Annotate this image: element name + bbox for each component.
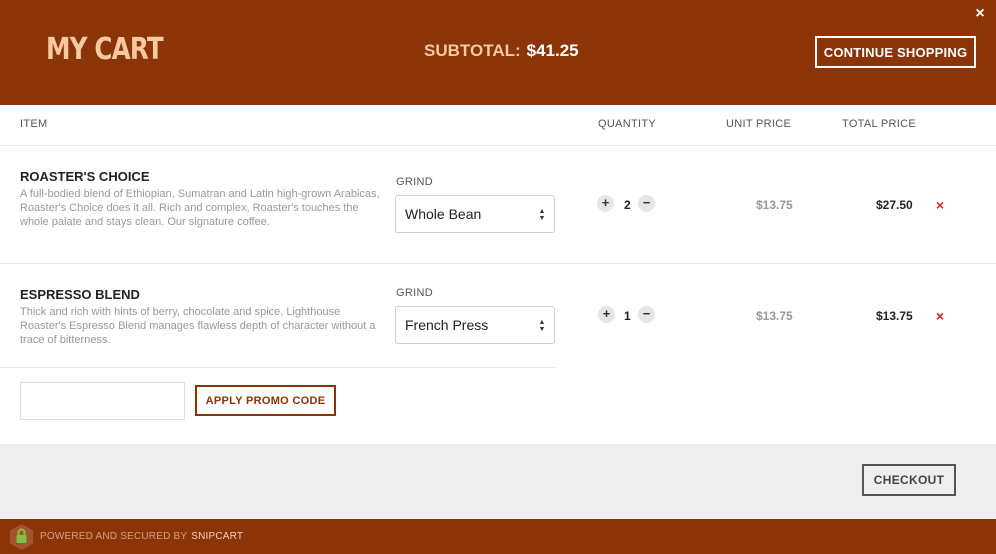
checkout-button[interactable]: CHECKOUT bbox=[862, 464, 956, 496]
quantity-value: 2 bbox=[624, 198, 631, 212]
lock-icon bbox=[10, 524, 33, 550]
item-name: ROASTER'S CHOICE bbox=[20, 169, 150, 184]
grind-select-value: French Press bbox=[405, 317, 489, 333]
increase-quantity-button[interactable]: + bbox=[598, 306, 615, 323]
powered-by: POWERED AND SECURED BY SNIPCART bbox=[40, 531, 243, 542]
column-header-quantity: QUANTITY bbox=[598, 118, 657, 130]
decrease-quantity-button[interactable]: − bbox=[638, 306, 655, 323]
remove-item-icon[interactable]: × bbox=[934, 309, 946, 323]
checkout-area bbox=[0, 444, 996, 519]
divider bbox=[0, 263, 996, 264]
column-header-unit-price: UNIT PRICE bbox=[726, 118, 792, 130]
continue-shopping-button[interactable]: CONTINUE SHOPPING bbox=[815, 36, 976, 68]
select-arrows-icon: ▲ ▼ bbox=[538, 208, 546, 222]
subtotal-label: SUBTOTAL: bbox=[424, 41, 521, 60]
item-description: A full-bodied blend of Ethiopian, Sumatr… bbox=[20, 188, 380, 228]
promo-code-input[interactable] bbox=[20, 382, 185, 420]
quantity-value: 1 bbox=[624, 309, 631, 323]
increase-quantity-button[interactable]: + bbox=[597, 195, 614, 212]
remove-item-icon[interactable]: × bbox=[934, 198, 946, 212]
unit-price: $13.75 bbox=[756, 309, 793, 323]
subtotal: SUBTOTAL: $41.25 bbox=[424, 41, 579, 61]
cart-title: MY CART bbox=[46, 32, 164, 67]
total-price: $13.75 bbox=[876, 309, 913, 323]
decrease-quantity-button[interactable]: − bbox=[638, 195, 655, 212]
close-icon[interactable]: × bbox=[972, 5, 988, 23]
column-header-item: ITEM bbox=[20, 118, 48, 130]
unit-price: $13.75 bbox=[756, 198, 793, 212]
divider bbox=[0, 367, 556, 368]
apply-promo-code-button[interactable]: APPLY PROMO CODE bbox=[195, 385, 336, 416]
powered-text: POWERED AND SECURED BY bbox=[40, 531, 188, 542]
grind-label: GRIND bbox=[396, 287, 433, 299]
snipcart-link[interactable]: SNIPCART bbox=[191, 531, 243, 542]
item-description: Thick and rich with hints of berry, choc… bbox=[20, 306, 376, 346]
subtotal-value: $41.25 bbox=[526, 41, 579, 60]
column-header-total-price: TOTAL PRICE bbox=[842, 118, 916, 130]
grind-select[interactable]: Whole Bean ▲ ▼ bbox=[395, 195, 555, 233]
select-arrows-icon: ▲ ▼ bbox=[538, 319, 546, 333]
grind-select[interactable]: French Press ▲ ▼ bbox=[395, 306, 555, 344]
divider bbox=[0, 145, 996, 146]
grind-select-value: Whole Bean bbox=[405, 206, 482, 222]
total-price: $27.50 bbox=[876, 198, 913, 212]
grind-label: GRIND bbox=[396, 176, 433, 188]
item-name: ESPRESSO BLEND bbox=[20, 287, 140, 302]
